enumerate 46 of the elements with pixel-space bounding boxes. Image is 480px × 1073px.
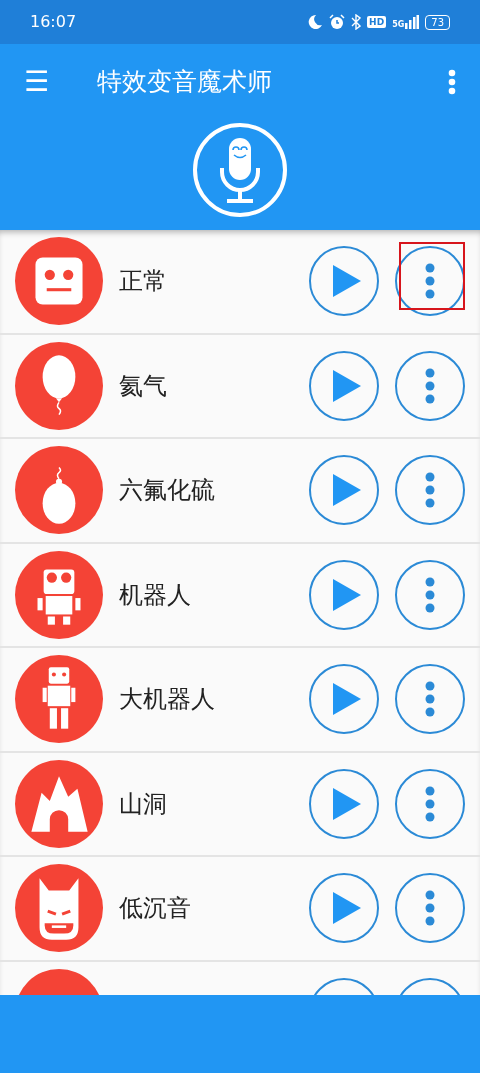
play-button[interactable] (309, 455, 379, 526)
overflow-menu-button[interactable] (448, 69, 456, 95)
status-time: 16:07 (30, 11, 77, 33)
robot-icon (15, 655, 103, 744)
bluetooth-icon (351, 14, 362, 30)
more-options-button[interactable] (395, 873, 465, 944)
more-options-button[interactable] (395, 768, 465, 839)
battery-indicator: 73 (425, 14, 450, 30)
app-title: 特效变音魔术师 (97, 66, 273, 99)
effect-name: 机器人 (119, 579, 192, 611)
play-button[interactable] (309, 350, 379, 421)
effect-name: 大机器人 (119, 684, 216, 716)
effect-name: 正常 (119, 266, 168, 298)
play-button[interactable] (309, 768, 379, 839)
signal-icon (405, 15, 420, 29)
more-options-button[interactable] (395, 350, 465, 421)
play-button[interactable] (309, 873, 379, 944)
record-button[interactable] (192, 122, 288, 218)
alarm-icon (329, 14, 346, 30)
effect-name: 氦气 (119, 370, 168, 402)
robot-face-icon (15, 237, 103, 326)
robot-icon (15, 550, 103, 639)
cave-icon (15, 759, 103, 848)
play-icon (333, 683, 361, 716)
effect-name: 山洞 (119, 788, 168, 820)
effect-name: 六氟化硫 (119, 475, 216, 507)
play-icon (333, 787, 361, 820)
balloon-icon (15, 341, 103, 430)
egg-icon (15, 446, 103, 535)
more-options-button[interactable] (395, 455, 465, 526)
play-icon (333, 369, 361, 402)
network-label: 5G (392, 21, 405, 29)
play-button[interactable] (309, 559, 379, 630)
hd-indicator: HD (367, 16, 387, 28)
play-icon (333, 892, 361, 925)
play-icon (333, 474, 361, 507)
moon-icon (307, 14, 324, 30)
mask-icon (15, 864, 103, 953)
play-icon (333, 265, 361, 298)
play-icon (333, 578, 361, 611)
play-button[interactable] (309, 246, 379, 317)
more-options-button[interactable] (395, 559, 465, 630)
play-button[interactable] (309, 664, 379, 735)
effect-name: 低沉音 (119, 893, 192, 925)
menu-button[interactable]: ☰ (24, 68, 50, 96)
more-options-button[interactable] (395, 664, 465, 735)
